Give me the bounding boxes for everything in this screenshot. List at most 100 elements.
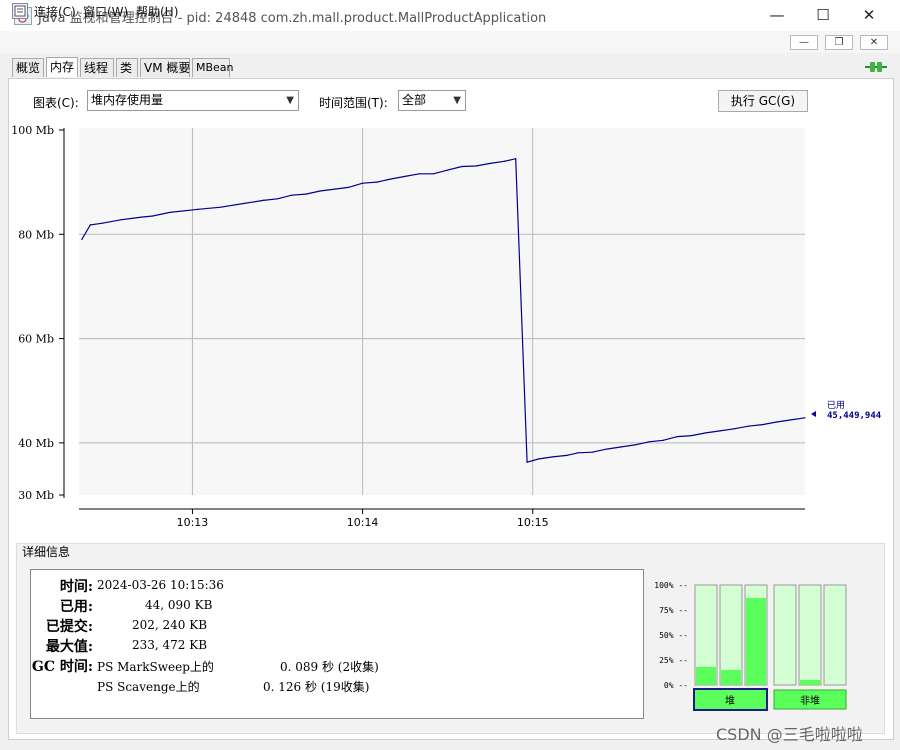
max-value: 233, 472 KB — [132, 638, 208, 652]
data-point — [566, 454, 568, 456]
x-tick-label: 10:15 — [517, 516, 549, 529]
data-point — [101, 222, 103, 224]
chart-select[interactable]: 堆内存使用量 ▼ — [87, 90, 299, 111]
x-tick-label: 10:13 — [177, 516, 209, 529]
data-point — [705, 432, 707, 434]
data-point — [733, 428, 735, 430]
tab-vm-summary[interactable]: VM 概要 — [140, 58, 190, 77]
legend-series-name: 已用 — [827, 400, 845, 411]
data-point — [489, 162, 491, 164]
data-point — [152, 215, 154, 217]
data-point — [648, 441, 650, 443]
data-point — [390, 178, 392, 180]
chart-select-value: 堆内存使用量 — [91, 93, 164, 107]
menu-help[interactable]: 帮助(H) — [136, 3, 178, 20]
y-tick-label: 40 Mb — [18, 437, 54, 450]
data-point — [719, 430, 721, 432]
data-point — [291, 194, 293, 196]
nonheap-button-label: 非堆 — [800, 695, 820, 707]
data-point — [418, 173, 420, 175]
data-point — [319, 190, 321, 192]
data-point — [347, 186, 350, 188]
data-point — [262, 199, 264, 201]
menu-bar — [0, 31, 900, 53]
pool-tick-label: 75% -- — [659, 606, 688, 615]
data-point — [120, 219, 123, 221]
data-point — [404, 175, 406, 178]
committed-value: 202, 240 KB — [132, 618, 208, 632]
data-point — [591, 451, 593, 453]
data-point — [761, 424, 764, 426]
connected-plug-icon — [864, 59, 888, 75]
menu-connection[interactable]: 连接(C) — [34, 3, 76, 20]
data-point — [790, 419, 792, 421]
data-point — [620, 446, 622, 448]
data-point — [662, 439, 664, 441]
tab-memory[interactable]: 内存 — [46, 57, 78, 77]
data-point — [242, 202, 245, 205]
max-label: 最大值: — [45, 639, 93, 655]
used-value: 44, 090 KB — [145, 598, 213, 612]
nonheap-pool-fill — [800, 680, 820, 685]
heap-button-label: 堆 — [725, 695, 735, 707]
data-point — [676, 436, 678, 438]
gc-row-value: 0. 126 秒 (19收集) — [263, 680, 370, 694]
data-point — [376, 181, 378, 183]
data-point — [747, 425, 749, 427]
used-label: 已用: — [59, 599, 93, 615]
data-point — [361, 182, 364, 184]
range-select[interactable]: 全部 ▼ — [398, 90, 466, 111]
tab-threads[interactable]: 线程 — [80, 58, 114, 77]
close-button[interactable]: ✕ — [846, 1, 892, 29]
data-point — [634, 444, 636, 446]
chart-select-label: 图表(C): — [33, 96, 79, 110]
data-point — [776, 421, 778, 423]
data-point — [605, 448, 608, 450]
data-point — [305, 193, 307, 195]
perform-gc-button[interactable]: 执行 GC(G) — [718, 90, 808, 112]
memory-pool-bars: 100% -- 75% -- 50% -- 25% -- 0% -- 堆 非堆 — [654, 581, 847, 711]
data-point — [140, 216, 142, 218]
y-tick-label: 80 Mb — [18, 228, 54, 241]
mdi-restore-button[interactable]: ❐ — [825, 35, 853, 50]
y-tick-label: 60 Mb — [18, 333, 54, 346]
nonheap-pool-bar[interactable] — [773, 584, 797, 686]
time-value: 2024-03-26 10:15:36 — [97, 578, 224, 592]
data-point — [690, 434, 693, 437]
menu-window[interactable]: 窗口(W) — [83, 3, 128, 20]
nonheap-pool-bar[interactable] — [798, 584, 822, 686]
heap-memory-chart: 100 Mb 80 Mb 60 Mb 40 Mb 30 Mb 10:13 10:14 10:… — [11, 124, 882, 529]
tab-overview[interactable]: 概览 — [12, 58, 44, 77]
data-point — [515, 158, 517, 160]
gc-row-value: 0. 089 秒 (2收集) — [280, 660, 379, 674]
plot-area — [79, 128, 805, 495]
range-select-value: 全部 — [402, 93, 427, 107]
mdi-minimize-button[interactable]: — — [790, 35, 818, 50]
maximize-button[interactable]: ☐ — [800, 1, 846, 29]
tab-classes[interactable]: 类 — [116, 58, 138, 77]
data-point — [804, 417, 806, 419]
data-point — [197, 208, 199, 210]
gc-row-name: PS MarkSweep上的 — [97, 660, 214, 674]
data-point — [276, 198, 279, 200]
data-point — [447, 169, 449, 171]
data-point — [81, 238, 83, 241]
nonheap-pool-bar[interactable] — [823, 584, 847, 686]
gc-row-name: PS Scavenge上的 — [97, 680, 200, 694]
minimize-button[interactable]: — — [754, 1, 800, 29]
pool-tick-label: 50% -- — [659, 631, 688, 640]
latest-value-marker — [811, 411, 816, 417]
chevron-down-icon: ▼ — [286, 95, 294, 106]
data-point — [461, 165, 463, 168]
y-tick-label: 100 Mb — [11, 124, 54, 137]
mdi-close-button[interactable]: ✕ — [860, 35, 888, 50]
data-point — [432, 173, 435, 175]
data-point — [577, 452, 579, 454]
data-point — [220, 206, 222, 208]
tab-mbean[interactable]: MBean — [192, 58, 234, 77]
data-point — [475, 165, 477, 167]
pool-tick-label: 100% -- — [654, 581, 688, 590]
data-point — [503, 160, 505, 162]
pool-tick-label: 0% -- — [664, 681, 688, 690]
data-point — [526, 461, 528, 463]
